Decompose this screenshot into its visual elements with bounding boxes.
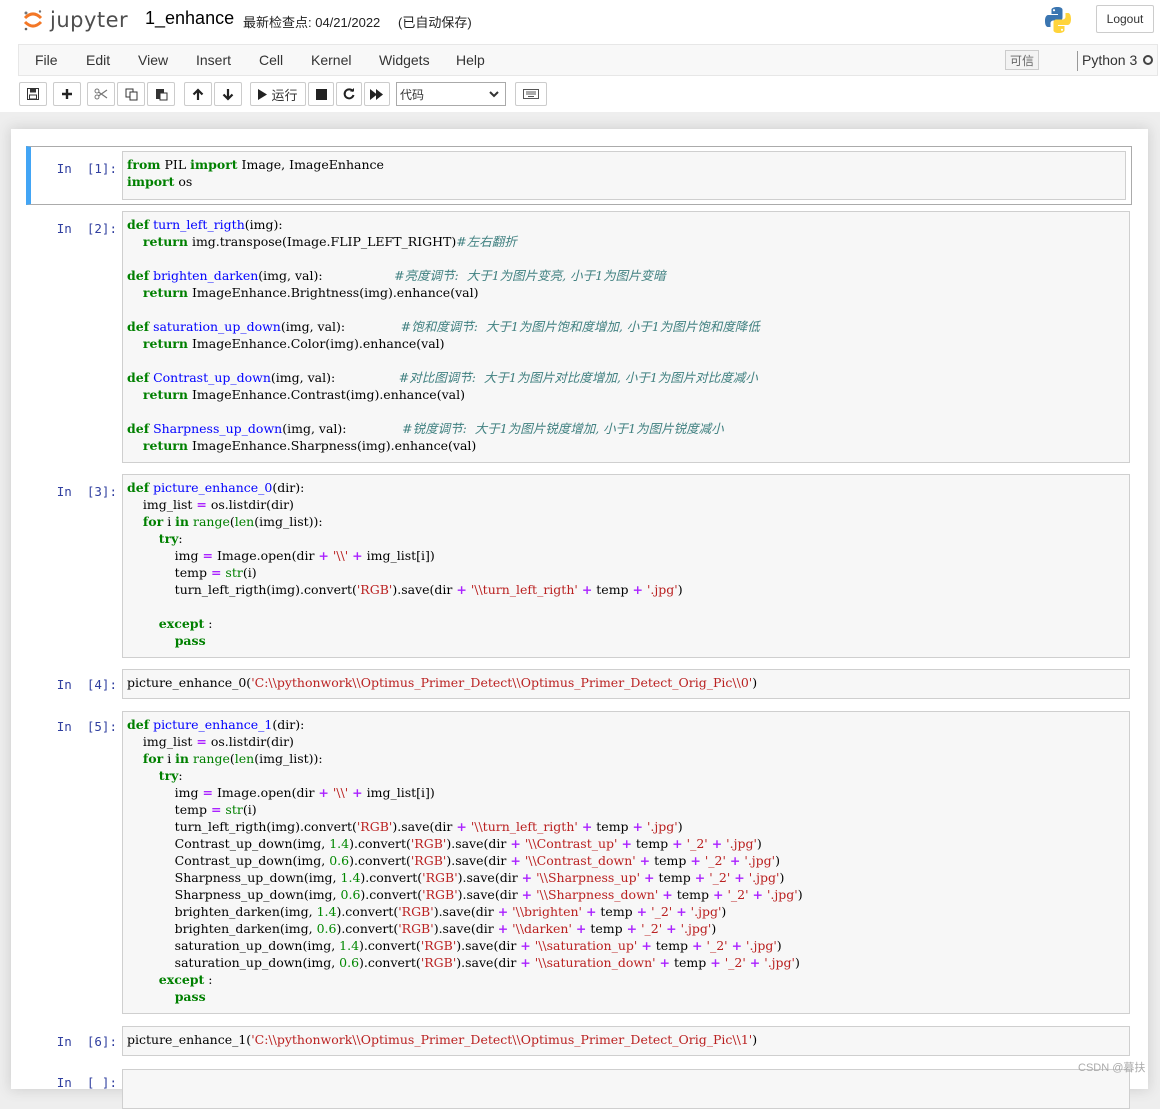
python-logo-icon	[1045, 7, 1071, 33]
input-prompt: In [3]:	[56, 484, 117, 499]
kernel-separator	[1077, 51, 1078, 71]
input-prompt: In [ ]:	[56, 1075, 117, 1090]
save-button[interactable]	[19, 82, 47, 106]
restart-button[interactable]	[336, 82, 362, 106]
code-cell[interactable]: In [2]: def turn_left_rigth(img): return…	[26, 209, 1132, 465]
paste-icon	[155, 88, 167, 100]
logo-text: jupyter	[50, 8, 129, 32]
run-button[interactable]: 运行	[250, 82, 306, 106]
restart-run-all-button[interactable]	[364, 82, 390, 106]
save-icon	[27, 88, 39, 100]
stop-icon	[315, 88, 327, 100]
code-input[interactable]: picture_enhance_1('C:\\pythonwork\\Optim…	[122, 1026, 1130, 1056]
paste-button[interactable]	[147, 82, 175, 106]
code-text	[123, 1070, 1129, 1095]
cell-type-value: 代码	[400, 87, 425, 102]
header: jupyter 1_enhance 最新检查点: 04/21/2022 (已自动…	[0, 0, 1160, 112]
kernel-name: Python 3	[1082, 52, 1138, 68]
code-input[interactable]: def picture_enhance_0(dir): img_list = o…	[122, 474, 1130, 658]
code-cell[interactable]: In [1]: from PIL import Image, ImageEnha…	[26, 146, 1132, 205]
move-up-button[interactable]	[184, 82, 212, 106]
menu-insert[interactable]: Insert	[196, 52, 231, 68]
keyboard-icon	[523, 89, 539, 99]
notebook-container: In [1]: from PIL import Image, ImageEnha…	[11, 129, 1148, 1109]
interrupt-button[interactable]	[308, 82, 334, 106]
code-cell[interactable]: In [5]: def picture_enhance_1(dir): img_…	[26, 711, 1132, 1016]
play-icon	[258, 88, 268, 100]
scissors-icon	[94, 88, 108, 100]
code-text: picture_enhance_0('C:\\pythonwork\\Optim…	[127, 675, 758, 690]
code-text: from PIL import Image, ImageEnhance impo…	[127, 157, 384, 189]
jupyter-logo[interactable]: jupyter	[22, 6, 128, 34]
cell-type-select[interactable]: 代码	[396, 82, 506, 106]
copy-button[interactable]	[117, 82, 145, 106]
code-text: def turn_left_rigth(img): return img.tra…	[127, 217, 760, 453]
code-input[interactable]: def picture_enhance_1(dir): img_list = o…	[122, 711, 1130, 1014]
menu-kernel[interactable]: Kernel	[311, 52, 351, 68]
menu-widgets[interactable]: Widgets	[379, 52, 430, 68]
run-label: 运行	[271, 87, 298, 103]
restart-icon	[343, 88, 355, 100]
code-text: picture_enhance_1('C:\\pythonwork\\Optim…	[127, 1032, 758, 1047]
code-text: def picture_enhance_1(dir): img_list = o…	[127, 717, 803, 1004]
jupyter-logo-icon	[23, 10, 43, 31]
arrow-up-icon	[192, 87, 204, 100]
input-prompt: In [1]:	[56, 161, 117, 176]
trusted-indicator[interactable]: 可信	[1005, 50, 1039, 70]
code-cell[interactable]: In [6]: picture_enhance_1('C:\\pythonwor…	[26, 1026, 1132, 1058]
menu-file[interactable]: File	[35, 52, 58, 68]
arrow-down-icon	[222, 88, 234, 101]
code-input[interactable]	[122, 1069, 1130, 1109]
insert-cell-button[interactable]	[53, 82, 81, 106]
input-prompt: In [5]:	[56, 719, 117, 734]
code-cell[interactable]: In [ ]:	[26, 1069, 1132, 1109]
code-text: def picture_enhance_0(dir): img_list = o…	[127, 480, 683, 648]
checkpoint-status: 最新检查点: 04/21/2022	[243, 15, 381, 30]
watermark: CSDN @暮扶	[1078, 1062, 1146, 1074]
menu-help[interactable]: Help	[456, 52, 485, 68]
input-prompt: In [2]:	[56, 221, 117, 236]
chevron-down-icon	[489, 91, 499, 98]
copy-icon	[125, 88, 137, 100]
autosave-status: (已自动保存)	[398, 15, 472, 30]
menubar: File Edit View Insert Cell Kernel Widget…	[18, 44, 1158, 76]
move-down-button[interactable]	[214, 82, 242, 106]
code-input[interactable]: def turn_left_rigth(img): return img.tra…	[122, 211, 1130, 463]
cut-button[interactable]	[87, 82, 115, 106]
input-prompt: In [4]:	[56, 677, 117, 692]
code-cell[interactable]: In [3]: def picture_enhance_0(dir): img_…	[26, 474, 1132, 658]
command-palette-button[interactable]	[515, 82, 547, 106]
code-input[interactable]: from PIL import Image, ImageEnhance impo…	[122, 151, 1126, 200]
menu-edit[interactable]: Edit	[86, 52, 110, 68]
menu-cell[interactable]: Cell	[259, 52, 283, 68]
notebook-title[interactable]: 1_enhance	[145, 8, 234, 29]
code-input[interactable]: picture_enhance_0('C:\\pythonwork\\Optim…	[122, 669, 1130, 699]
kernel-idle-icon	[1143, 55, 1153, 65]
menu-view[interactable]: View	[138, 52, 168, 68]
plus-icon	[62, 89, 72, 99]
code-cell[interactable]: In [4]: picture_enhance_0('C:\\pythonwor…	[26, 669, 1132, 701]
logout-button[interactable]: Logout	[1096, 5, 1154, 33]
fast-forward-icon	[370, 88, 383, 100]
input-prompt: In [6]:	[56, 1034, 117, 1049]
